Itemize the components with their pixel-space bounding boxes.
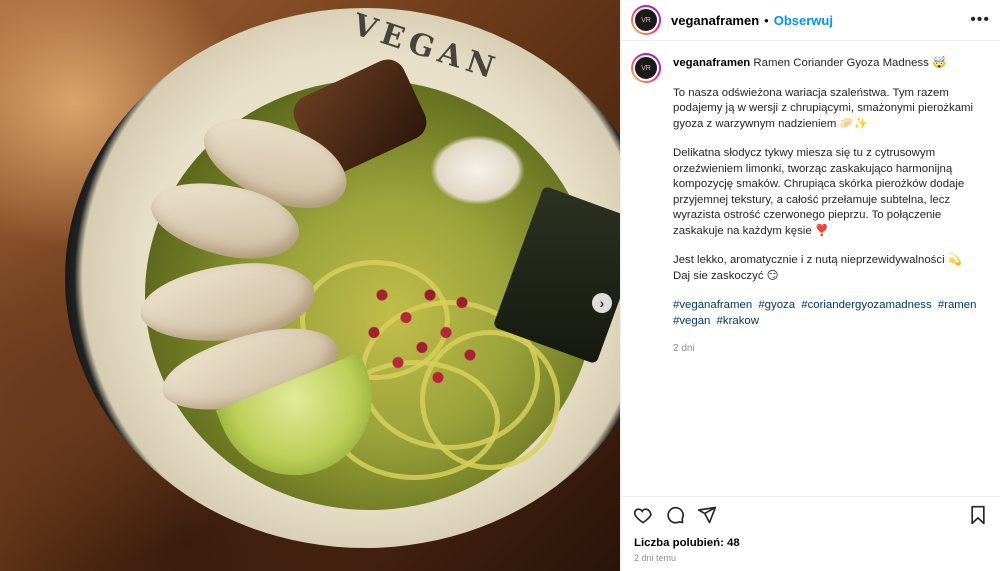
avatar[interactable]: VR [631,5,661,35]
post-photo[interactable]: VEGAN › [0,0,620,571]
hashtags: #veganaframen #gyoza #coriandergyozamadn… [673,298,986,329]
hashtag-link[interactable]: #coriandergyozamadness [801,299,931,311]
heart-icon [633,508,652,524]
avatar-image: VR [633,55,659,81]
caption-title-line: veganaframen Ramen Coriander Gyoza Madne… [673,56,986,72]
hashtag-link[interactable]: #krakow [717,315,759,327]
save-button[interactable] [968,505,988,525]
action-bar [633,505,988,525]
caption-body: veganaframen Ramen Coriander Gyoza Madne… [673,53,986,357]
likes-count[interactable]: Liczba polubień: 48 [634,537,740,549]
hashtag-link[interactable]: #gyoza [758,299,795,311]
chevron-right-icon: › [599,295,605,311]
hashtag-link[interactable]: #ramen [938,299,977,311]
caption-timestamp[interactable]: 2 dni [673,341,986,357]
share-button[interactable] [697,505,717,525]
caption-username[interactable]: veganaframen [673,57,750,69]
actions-divider [621,496,1000,497]
caption: VR veganaframen Ramen Coriander Gyoza Ma… [631,53,986,357]
caption-paragraph: Delikatna słodycz tykwy miesza się tu z … [673,147,965,237]
grated-topping [430,135,525,205]
caption-avatar[interactable]: VR [631,53,661,83]
hashtag-link[interactable]: #veganaframen [673,299,752,311]
more-options-icon[interactable]: ••• [970,11,990,29]
post-header: VR veganaframen • Obserwuj ••• [621,0,1000,41]
hashtag-link[interactable]: #vegan [673,315,710,327]
comment-icon [667,506,684,524]
post-details-panel: VR veganaframen • Obserwuj ••• VR vegana… [620,0,1000,571]
like-button[interactable] [633,505,653,525]
share-icon [697,506,717,524]
caption-paragraph: To nasza odświeżona wariacja szaleństwa.… [673,86,974,130]
caption-paragraph: Jest lekko, aromatycznie i z nutą nieprz… [673,254,962,282]
comment-button[interactable] [665,505,685,525]
bookmark-icon [971,505,985,525]
caption-title: Ramen Coriander Gyoza Madness 🤯 [753,57,947,69]
follow-button[interactable]: Obserwuj [774,13,833,28]
separator-dot: • [764,12,769,28]
next-photo-button[interactable]: › [592,293,612,313]
username-link[interactable]: veganaframen [671,13,759,28]
posted-time[interactable]: 2 dni temu [634,553,676,563]
avatar-image: VR [633,7,659,33]
pink-peppercorns [350,250,510,400]
